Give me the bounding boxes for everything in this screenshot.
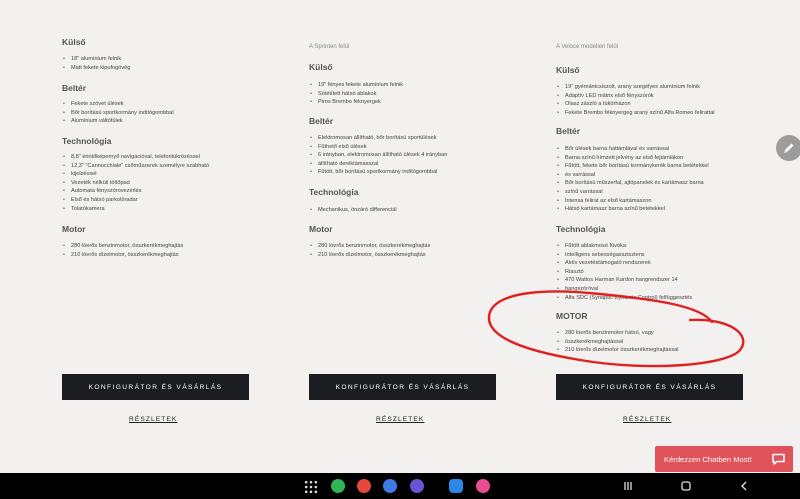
edit-button[interactable] [776,135,800,161]
section-title: Külső [62,37,86,47]
list-item: Első és hátsó parkolóradar [62,196,209,205]
list-item: Automata fényszórovezérlés [62,187,209,196]
section-title: Beltér [309,116,334,126]
list-item: Bőr ülések barna háttámlával és varrássa… [556,145,709,154]
trim-subtitle: A Sprinten felül [309,44,350,50]
list-item: Piros Brembo féknyergek [309,98,403,107]
list-item: Aktív vezetéstámogató rendszerek [556,259,692,268]
list-item: Tolatókamera [62,205,209,214]
configurator-button[interactable]: KONFIGURÁTOR ÉS VÁSÁRLÁS [62,374,249,400]
list-item: Fekete szövet ülések [62,100,174,109]
feature-list: 19" fényes fekete alumínium felnik Sötét… [309,81,403,107]
trim-subtitle: A Veloce modellen felül [556,44,619,50]
section-title: Beltér [556,126,581,136]
list-item: színű varrással [556,188,709,197]
chat-button[interactable]: Kérdezzen Chatben Most! [655,446,793,472]
list-item: 280 lóerős benzinmotor hátsó, vagy [556,329,678,338]
pencil-icon [784,143,794,153]
list-item: 280 lóerős benzinmotor, összkerékmeghajt… [309,242,430,251]
feature-list: 280 lóerős benzinmotor hátsó, vagy összk… [556,329,678,355]
list-item: 280 lóerős benzinmotor, összkerékmeghajt… [62,242,183,251]
list-item: Bőr borítású műszerfal, ajtópanelek és k… [556,179,709,188]
list-item: Elektromosan állítható, bőr borítású spo… [309,134,447,143]
feature-list: 280 lóerős benzinmotor, összkerékmeghajt… [62,242,183,259]
list-item: Fűtött, bőr borítású sportkormány indító… [309,168,447,177]
list-item: Barna színű hímzett jelvény az első fejt… [556,154,709,163]
list-item: 210 lóerős dízelmotor összkerékmeghajtás… [556,346,678,355]
feature-list: Fűtött ablakmosó fúvóka Intelligens sebe… [556,242,692,302]
mail-app-icon[interactable] [449,479,463,493]
contacts-app-icon[interactable] [357,479,371,493]
list-item: Mechanikus, önzáró differenciál [309,206,397,215]
list-item: Hátsó kartámasz barna színű betétekkel [556,205,709,214]
back-icon[interactable] [738,480,750,492]
list-item: Matt fekete kipufogóvég [62,64,130,73]
chat-bubble-icon [772,453,785,465]
list-item: 210 lóerős dízelmotor, összkerékmeghajtá… [309,251,430,260]
list-item: 470 Wattos Harman Kardon hangrendszer 14 [556,276,692,285]
list-item: Vezeték nélküli töltőpad [62,179,209,188]
section-title: Beltér [62,83,87,93]
list-item: 12,3" "Cannocchiale" csőműszerek személy… [62,162,209,171]
list-item: Intensa felirat az első kartámaszon [556,197,709,206]
details-link[interactable]: RÉSZLETEK [376,416,424,423]
list-item: állítható deréktámasszal [309,160,447,169]
section-title: Technológia [62,136,112,146]
configurator-button[interactable]: KONFIGURÁTOR ÉS VÁSÁRLÁS [556,374,743,400]
list-item: Fűthető első ülések [309,143,447,152]
list-item: Alumínium váltófülek [62,117,174,126]
list-item: Fekete Brembo féknyergeg arany színű Alf… [556,109,715,118]
list-item: Olasz zászló a tükörházon [556,100,715,109]
list-item: 19" fényes fekete alumínium felnik [309,81,403,90]
list-item: 8,8" érintőképernyő navigációval, telefo… [62,153,209,162]
details-link[interactable]: RÉSZLETEK [623,416,671,423]
browser-app-icon[interactable] [410,479,424,493]
list-item: összkerékmeghajtással [556,338,678,347]
section-title: Külső [309,62,333,72]
phone-app-icon[interactable] [331,479,345,493]
list-item: és varrással [556,171,709,180]
feature-list: 18" alumínium felnik Matt fekete kipufog… [62,55,130,72]
list-item: 6 irányban, elektromosan állítható ülése… [309,151,447,160]
list-item: Sötétített hátsó ablakok [309,90,403,99]
list-item: 19" gyémántcsiszolt, arany szegélyes alu… [556,83,715,92]
list-item: hangszóróval [556,285,692,294]
details-link[interactable]: RÉSZLETEK [129,416,177,423]
section-title: Technológia [556,224,606,234]
recents-icon[interactable] [622,480,634,492]
list-item: Alfa SDC (Synaptic Dynamic Control) felf… [556,294,692,303]
feature-list: Mechanikus, önzáró differenciál [309,206,397,215]
home-icon[interactable] [680,480,692,492]
list-item: Fűtött, fekete bőr borítású kormánykerék… [556,162,709,171]
section-title: Technológia [309,187,359,197]
feature-list: Fekete szövet ülések Bőr borítású sportk… [62,100,174,126]
list-item: Bőr borítású sportkormány indítógombbal [62,109,174,118]
feature-list: 280 lóerős benzinmotor, összkerékmeghajt… [309,242,430,259]
apps-grid-icon[interactable] [304,480,318,494]
list-item: Intelligens sebességasszisztens [556,251,692,260]
feature-list: 19" gyémántcsiszolt, arany szegélyes alu… [556,83,715,117]
section-title: Külső [556,65,580,75]
messages-app-icon[interactable] [383,479,397,493]
list-item: Fűtött ablakmosó fúvóka [556,242,692,251]
list-item: kijelzéssel [62,170,209,179]
feature-list: 8,8" érintőképernyő navigációval, telefo… [62,153,209,213]
gallery-app-icon[interactable] [476,479,490,493]
section-title: Motor [309,224,333,234]
list-item: 18" alumínium felnik [62,55,130,64]
list-item: Adaptív LED mátrix első fényszórók [556,92,715,101]
list-item: 210 lóerős dízelmotor, összkerékmeghajtá… [62,251,183,260]
section-title: MOTOR [556,311,588,321]
chat-label: Kérdezzen Chatben Most! [664,454,752,464]
list-item: Riasztó [556,268,692,277]
feature-list: Bőr ülések barna háttámlával és varrássa… [556,145,709,214]
configurator-button[interactable]: KONFIGURÁTOR ÉS VÁSÁRLÁS [309,374,496,400]
feature-list: Elektromosan állítható, bőr borítású spo… [309,134,447,177]
section-title: Motor [62,224,86,234]
